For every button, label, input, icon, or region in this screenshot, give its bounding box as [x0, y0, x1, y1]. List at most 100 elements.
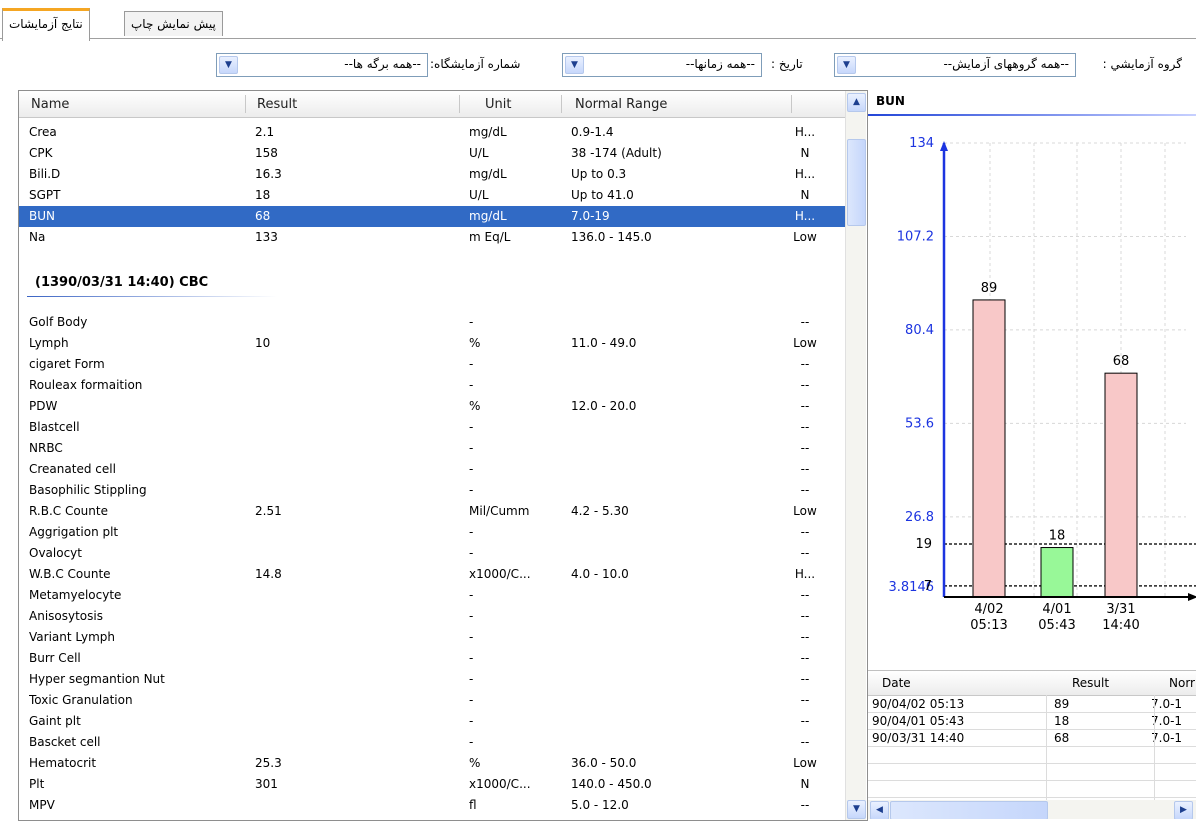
bar: [1104, 372, 1138, 598]
x-tick-label: 3/31: [1106, 602, 1135, 617]
cell-name: R.B.C Counte: [29, 504, 108, 518]
table-row[interactable]: Metamyelocyte - --: [19, 585, 845, 606]
history-row[interactable]: 90/04/02 05:13 89 7.0-1: [868, 696, 1196, 713]
scroll-thumb[interactable]: [847, 139, 866, 226]
cell-flag: N: [800, 188, 810, 202]
group-filter-select[interactable]: --همه گروههای آزمایش-- ▼: [834, 53, 1076, 77]
table-row[interactable]: NRBC - --: [19, 438, 845, 459]
cell-unit: -: [469, 483, 474, 497]
results-table: Name Result Unit Normal Range Crea 2.1 mg/…: [18, 90, 868, 821]
history-cell-date: 90/04/02 05:13: [872, 697, 965, 711]
table-row[interactable]: Plt 301 x1000/C... 140.0 - 450.0 N: [19, 774, 845, 795]
table-row[interactable]: Burr Cell - --: [19, 648, 845, 669]
table-row[interactable]: Lymph 10% 11.0 - 49.0 Low: [19, 333, 845, 354]
table-row[interactable]: Bili.D 16.3 mg/dL Up to 0.3 H...: [19, 164, 845, 185]
scroll-up-icon[interactable]: ▲: [847, 93, 866, 112]
chevron-down-icon[interactable]: ▼: [219, 56, 238, 74]
history-result-header[interactable]: Result: [1072, 676, 1109, 690]
cell-unit: -: [469, 672, 474, 686]
cell-name: Anisosytosis: [29, 609, 103, 623]
cell-flag: --: [800, 546, 810, 560]
h-scroll-thumb[interactable]: [890, 801, 1048, 819]
cell-range: 38 -174 (Adult): [571, 146, 662, 160]
history-row[interactable]: 90/04/01 05:43 18 7.0-1: [868, 713, 1196, 730]
table-row[interactable]: MPV fl 5.0 - 12.0 --: [19, 795, 845, 816]
cell-name: Rouleax formaition: [29, 378, 143, 392]
history-grid: Date Result Norr 90/04/02 05:13 89 7.0-1 90…: [868, 670, 1196, 819]
table-row[interactable]: Hematocrit 25.3% 36.0 - 50.0 Low: [19, 753, 845, 774]
cell-range: 5.0 - 12.0: [571, 798, 629, 812]
table-row[interactable]: BUN 68 mg/dL 7.0-19 H...: [19, 206, 845, 227]
cell-name: Burr Cell: [29, 651, 81, 665]
table-row[interactable]: Na 133 m Eq/L 136.0 - 145.0 Low: [19, 227, 845, 248]
cell-name: Gaint plt: [29, 714, 81, 728]
cell-name: PDW: [29, 399, 58, 413]
cell-range: 0.9-1.4: [571, 125, 614, 139]
col-name-header[interactable]: Name: [31, 97, 69, 112]
table-row[interactable]: Rouleax formaition - --: [19, 375, 845, 396]
table-row[interactable]: Crea 2.1 mg/dL 0.9-1.4 H...: [19, 122, 845, 143]
table-row[interactable]: Blastcell - --: [19, 417, 845, 438]
date-filter-select[interactable]: --همه زمانها-- ▼: [562, 53, 762, 77]
cell-unit: x1000/C...: [469, 567, 531, 581]
table-row[interactable]: Anisosytosis - --: [19, 606, 845, 627]
history-cell-date: 90/04/01 05:43: [872, 714, 965, 728]
cell-unit: -: [469, 546, 474, 560]
cell-unit: -: [469, 714, 474, 728]
cell-flag: --: [800, 693, 810, 707]
history-date-header[interactable]: Date: [882, 676, 911, 690]
cell-unit: mg/dL: [469, 125, 507, 139]
table-row[interactable]: Toxic Granulation - --: [19, 690, 845, 711]
cell-result: 68: [255, 209, 271, 223]
table-row[interactable]: cigaret Form - --: [19, 354, 845, 375]
tab-print-preview[interactable]: پیش نمایش چاپ: [124, 11, 223, 36]
cell-name: Blastcell: [29, 420, 80, 434]
date-filter-value: --همه زمانها--: [685, 57, 755, 71]
chevron-down-icon[interactable]: ▼: [837, 56, 856, 74]
cell-flag: --: [800, 420, 810, 434]
table-row[interactable]: CPK 158 U/L 38 -174 (Adult) N: [19, 143, 845, 164]
cell-flag: Low: [793, 756, 817, 770]
lab-number-select[interactable]: --همه برگه ها-- ▼: [216, 53, 428, 77]
table-row[interactable]: Bascket cell - --: [19, 732, 845, 753]
horizontal-scrollbar[interactable]: ◀ ▶: [868, 800, 1196, 819]
scroll-down-icon[interactable]: ▼: [847, 800, 866, 819]
cell-unit: mg/dL: [469, 167, 507, 181]
bar-value-label: 68: [1113, 354, 1130, 369]
table-row[interactable]: Golf Body - --: [19, 312, 845, 333]
cell-name: Metamyelocyte: [29, 588, 122, 602]
col-result-header[interactable]: Result: [257, 97, 297, 112]
history-row[interactable]: 90/03/31 14:40 68 7.0-1: [868, 730, 1196, 747]
table-row[interactable]: W.B.C Counte 14.8 x1000/C... 4.0 - 10.0 H...: [19, 564, 845, 585]
table-row[interactable]: Aggrigation plt - --: [19, 522, 845, 543]
cell-result: 301: [255, 777, 278, 791]
col-range-header[interactable]: Normal Range: [575, 97, 667, 112]
history-cell-result: 89: [1054, 697, 1070, 711]
cell-unit: x1000/C...: [469, 777, 531, 791]
cell-flag: --: [800, 378, 810, 392]
cell-unit: -: [469, 441, 474, 455]
table-row[interactable]: Hyper segmantion Nut - --: [19, 669, 845, 690]
cell-unit: -: [469, 525, 474, 539]
table-row[interactable]: Variant Lymph - --: [19, 627, 845, 648]
table-row[interactable]: Basophilic Stippling - --: [19, 480, 845, 501]
col-unit-header[interactable]: Unit: [485, 97, 511, 112]
cell-unit: %: [469, 756, 481, 770]
cell-unit: mg/dL: [469, 209, 507, 223]
chevron-down-icon[interactable]: ▼: [565, 56, 584, 74]
table-row[interactable]: PDW% 12.0 - 20.0 --: [19, 396, 845, 417]
vertical-scrollbar[interactable]: ▲ ▼: [845, 91, 866, 820]
scroll-right-icon[interactable]: ▶: [1174, 801, 1193, 819]
table-row[interactable]: SGPT 18 U/L Up to 41.0 N: [19, 185, 845, 206]
history-cell-range: 7.0-1: [1151, 714, 1183, 728]
table-row[interactable]: Creanated cell - --: [19, 459, 845, 480]
scroll-left-icon[interactable]: ◀: [870, 801, 889, 819]
table-row[interactable]: Gaint plt - --: [19, 711, 845, 732]
table-row[interactable]: R.B.C Counte 2.51 Mil/Cumm 4.2 - 5.30 Low: [19, 501, 845, 522]
cell-range: 136.0 - 145.0: [571, 230, 652, 244]
cell-unit: U/L: [469, 146, 489, 160]
tab-test-results[interactable]: نتایج آزمایشات: [2, 8, 90, 41]
table-row[interactable]: Ovalocyt - --: [19, 543, 845, 564]
cell-result: 133: [255, 230, 278, 244]
history-range-header[interactable]: Norr: [1169, 676, 1195, 690]
